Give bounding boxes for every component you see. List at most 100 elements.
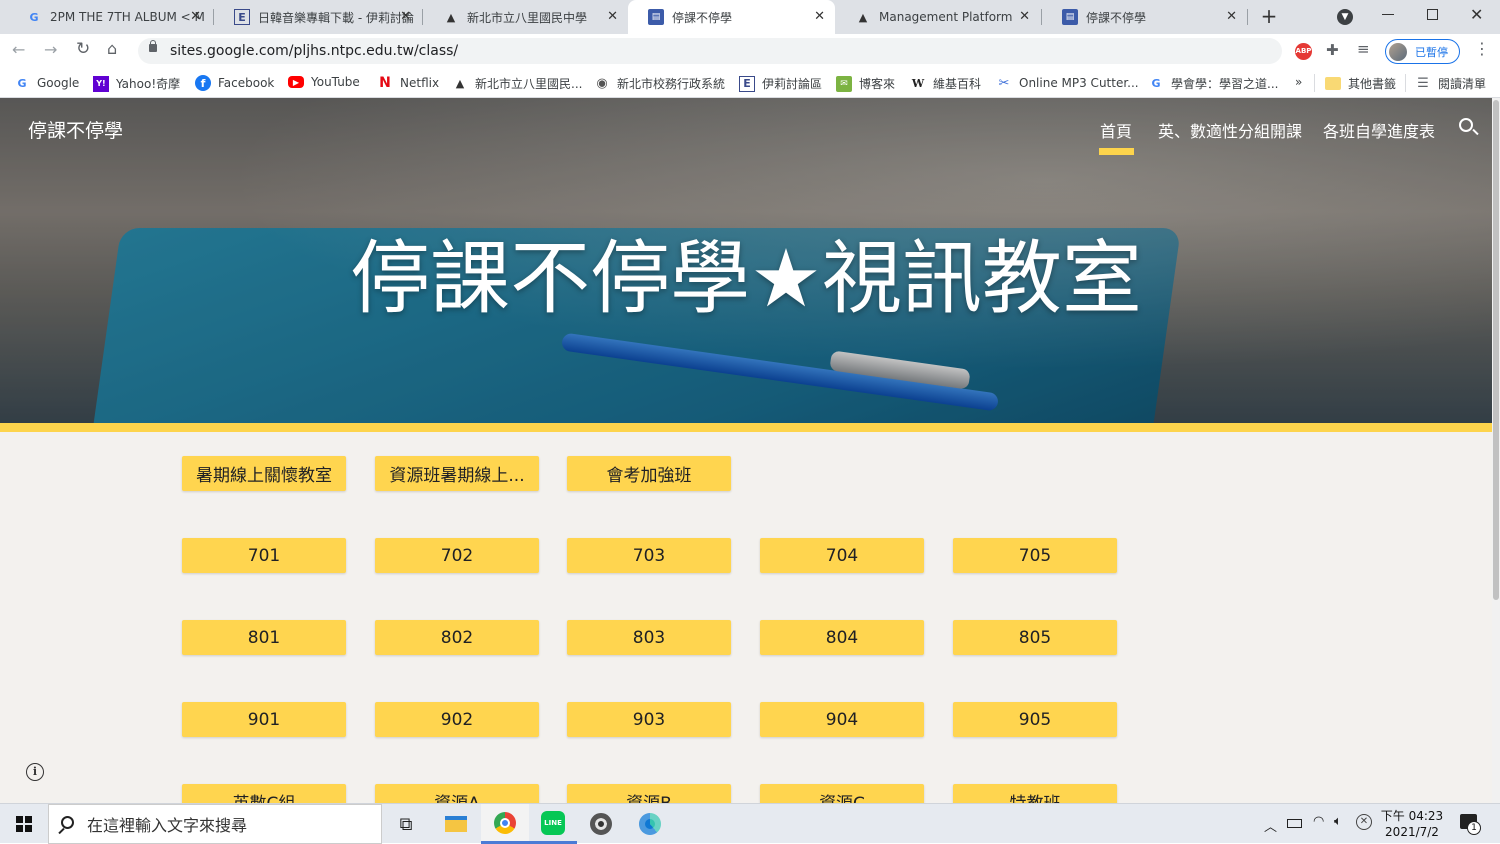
- browser-menu-icon[interactable]: ⋮: [1474, 39, 1490, 58]
- close-tab-icon[interactable]: ✕: [1226, 9, 1237, 24]
- forward-icon[interactable]: →: [44, 40, 57, 59]
- taskbar-search-box[interactable]: 在這裡輸入文字來搜尋: [48, 804, 382, 844]
- google-sites-icon: ▤: [1062, 9, 1078, 25]
- clock-time[interactable]: 下午 04:23: [1380, 807, 1444, 824]
- class-button[interactable]: 特教班: [953, 784, 1117, 803]
- minimize-icon[interactable]: [1382, 14, 1394, 15]
- eyny-icon: E: [739, 75, 755, 92]
- info-icon[interactable]: i: [26, 763, 44, 781]
- class-button[interactable]: 703: [567, 538, 731, 573]
- bookmark-wikipedia[interactable]: W 維基百科: [910, 75, 981, 92]
- chrome-icon[interactable]: [481, 804, 529, 844]
- class-button[interactable]: 903: [567, 702, 731, 737]
- profile-button[interactable]: 已暫停: [1385, 39, 1460, 64]
- media-control-icon[interactable]: ≡: [1357, 40, 1370, 58]
- network-icon[interactable]: ◠: [1313, 814, 1324, 829]
- class-button[interactable]: 702: [375, 538, 539, 573]
- class-button[interactable]: 901: [182, 702, 346, 737]
- restore-icon[interactable]: [1427, 9, 1438, 20]
- class-button[interactable]: 904: [760, 702, 924, 737]
- browser-tab[interactable]: ▲ 新北市立八里國民中學 ✕: [423, 0, 628, 34]
- nav-item-progress[interactable]: 各班自學進度表: [1323, 118, 1435, 142]
- line-icon[interactable]: LINE: [529, 804, 577, 844]
- class-button[interactable]: 802: [375, 620, 539, 655]
- browser-tab[interactable]: G 2PM THE 7TH ALBUM < M ✕: [6, 0, 211, 34]
- close-tab-icon[interactable]: ✕: [190, 9, 201, 24]
- class-button[interactable]: 資源班暑期線上...: [375, 456, 539, 491]
- bookmarks-overflow-button[interactable]: »: [1295, 75, 1302, 89]
- class-button[interactable]: 803: [567, 620, 731, 655]
- mail-icon: ✉: [836, 75, 852, 92]
- class-button[interactable]: 701: [182, 538, 346, 573]
- file-explorer-icon[interactable]: [432, 804, 480, 844]
- browser-tab[interactable]: ▤ 停課不停學 ✕: [1042, 0, 1247, 34]
- class-button[interactable]: 804: [760, 620, 924, 655]
- clock-date[interactable]: 2021/7/2: [1380, 825, 1444, 839]
- hero-banner: 停課不停學 首頁 英、數適性分組開課 各班自學進度表 停課不停學★視訊教室: [0, 98, 1492, 423]
- tab-search-icon[interactable]: ▼: [1337, 9, 1353, 25]
- browser-tab-strip: G 2PM THE 7TH ALBUM < M ✕ E 日韓音樂專輯下載 - 伊…: [0, 0, 1500, 34]
- scissors-icon: ✂: [998, 75, 1010, 91]
- bookmark-mp3-cutter[interactable]: ✂ Online MP3 Cutter...: [996, 75, 1139, 91]
- browser-tab[interactable]: ▲ Management Platform ✕: [835, 0, 1040, 34]
- class-button[interactable]: 英數C組: [182, 784, 346, 803]
- bookmark-books[interactable]: ✉ 博客來: [836, 75, 895, 92]
- class-button[interactable]: 801: [182, 620, 346, 655]
- bookmark-eyny[interactable]: E 伊莉討論區: [739, 75, 822, 92]
- notification-count-badge: 1: [1467, 821, 1481, 835]
- bookmark-school[interactable]: ▲ 新北市立八里國民...: [452, 75, 583, 92]
- volume-icon[interactable]: 🔈︎: [1334, 814, 1342, 829]
- class-button[interactable]: 資源C: [760, 784, 924, 803]
- close-window-icon[interactable]: ✕: [1470, 5, 1483, 24]
- address-bar[interactable]: sites.google.com/pljhs.ntpc.edu.tw/class…: [138, 38, 1282, 64]
- close-tab-icon[interactable]: ✕: [1019, 9, 1030, 24]
- class-button[interactable]: 會考加強班: [567, 456, 731, 491]
- tab-title: Management Platform: [879, 10, 1013, 24]
- show-hidden-icons-chevron[interactable]: ︿: [1264, 816, 1277, 835]
- close-tab-icon[interactable]: ✕: [814, 9, 825, 24]
- nav-item-home[interactable]: 首頁: [1100, 118, 1132, 142]
- close-tab-icon[interactable]: ✕: [607, 9, 618, 24]
- back-icon[interactable]: ←: [12, 40, 25, 59]
- windows-start-icon[interactable]: [0, 804, 48, 844]
- bookmark-youtube[interactable]: ▶ YouTube: [288, 75, 360, 89]
- class-button[interactable]: 704: [760, 538, 924, 573]
- reload-icon[interactable]: ↻: [76, 39, 90, 59]
- avatar: [1389, 42, 1407, 61]
- browser-tab[interactable]: E 日韓音樂專輯下載 - 伊莉討論 ✕: [214, 0, 421, 34]
- reading-list-button[interactable]: ☰ 閱讀清單: [1415, 75, 1486, 92]
- circle-x-icon[interactable]: ✕: [1356, 814, 1372, 830]
- scrollbar-thumb[interactable]: [1493, 100, 1499, 600]
- bookmark-facebook[interactable]: f Facebook: [195, 75, 274, 91]
- bookmark-yahoo[interactable]: Y! Yahoo!奇摩: [93, 75, 180, 92]
- site-logo-title[interactable]: 停課不停學: [28, 116, 123, 143]
- bookmark-school-admin[interactable]: ◉ 新北市校務行政系統: [594, 75, 725, 92]
- task-view-icon[interactable]: ⧉: [382, 804, 430, 844]
- edge-icon[interactable]: [626, 804, 674, 844]
- bookmark-netflix[interactable]: N Netflix: [377, 75, 439, 91]
- class-button[interactable]: 資源A: [375, 784, 539, 803]
- nav-item-grouping[interactable]: 英、數適性分組開課: [1158, 118, 1302, 142]
- music-player-icon[interactable]: [577, 804, 625, 844]
- search-icon[interactable]: [1459, 118, 1473, 132]
- tab-title: 停課不停學: [1086, 10, 1147, 25]
- browser-tab-active[interactable]: ▤ 停課不停學 ✕: [628, 0, 835, 34]
- class-button[interactable]: 902: [375, 702, 539, 737]
- bookmark-google[interactable]: G Google: [14, 75, 79, 91]
- battery-icon[interactable]: [1287, 819, 1302, 828]
- extensions-puzzle-icon[interactable]: ✚: [1326, 41, 1339, 59]
- home-icon[interactable]: ⌂: [107, 39, 117, 58]
- eyny-icon: E: [234, 9, 250, 25]
- close-tab-icon[interactable]: ✕: [400, 9, 411, 24]
- class-button[interactable]: 暑期線上關懷教室: [182, 456, 346, 491]
- new-tab-icon[interactable]: +: [1258, 5, 1280, 27]
- bookmark-learning[interactable]: G 學會學：學習之道...: [1148, 75, 1278, 92]
- class-button[interactable]: 805: [953, 620, 1117, 655]
- class-button[interactable]: 905: [953, 702, 1117, 737]
- divider: [1314, 74, 1315, 92]
- adblock-icon[interactable]: ABP: [1295, 43, 1312, 60]
- page-scrollbar[interactable]: [1492, 98, 1500, 803]
- other-bookmarks-folder[interactable]: 其他書籤: [1325, 75, 1396, 92]
- class-button[interactable]: 705: [953, 538, 1117, 573]
- class-button[interactable]: 資源B: [567, 784, 731, 803]
